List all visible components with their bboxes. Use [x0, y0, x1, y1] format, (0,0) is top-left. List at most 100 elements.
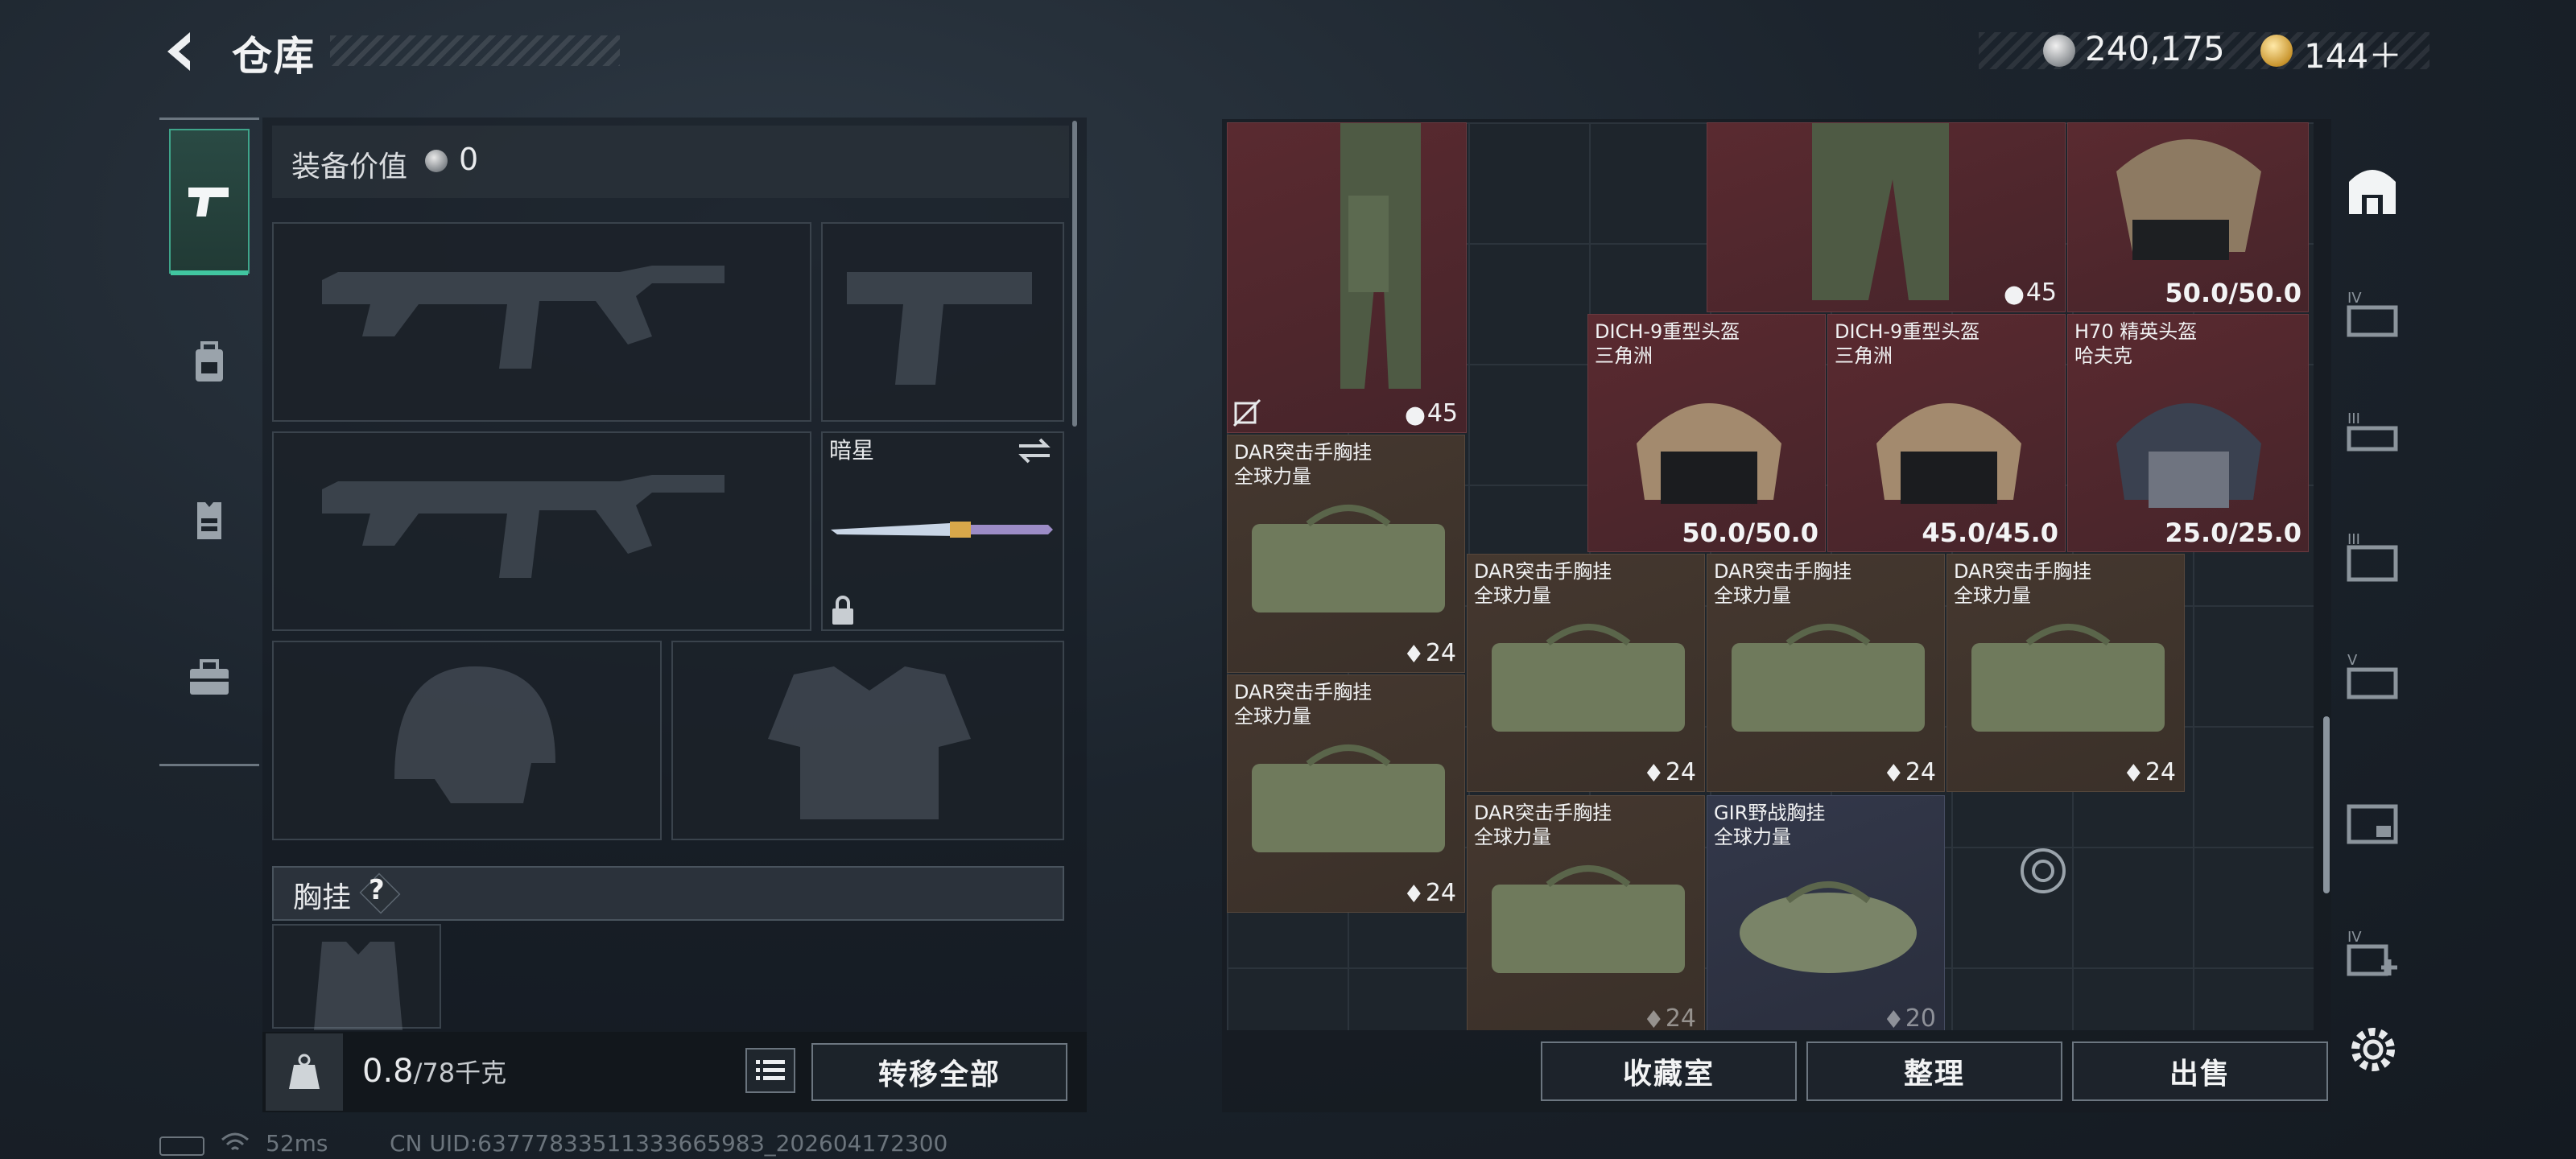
storage-item-dar-chest-rig[interactable]: DAR突击手胸挂 全球力量 ♦24	[1227, 435, 1465, 673]
chest-rig-image	[1252, 744, 1445, 852]
melee-weapon-name: 暗星	[829, 437, 875, 464]
svg-text:III: III	[2347, 410, 2360, 427]
storage-item-gir-chest-rig[interactable]: GIR野战胸挂 全球力量 ♦20	[1707, 795, 1945, 1030]
transfer-all-button[interactable]: 转移全部	[811, 1043, 1067, 1101]
storage-item-dar-chest-rig[interactable]: DAR突击手胸挂 全球力量 ♦24	[1227, 674, 1465, 913]
knife-icon	[831, 522, 1053, 538]
case-extra-icon[interactable]	[2344, 794, 2401, 850]
item-count: ♦20	[1882, 1004, 1936, 1030]
back-arrow-icon[interactable]	[158, 27, 206, 76]
silver-currency-amount: 240,175	[2085, 29, 2225, 68]
helmet-slot[interactable]	[272, 641, 662, 840]
safebox-icon[interactable]	[2344, 163, 2401, 219]
svg-text:V: V	[2347, 652, 2358, 669]
helmet-image	[1637, 403, 1781, 504]
stack-icon: ●	[1404, 401, 1426, 429]
sell-button[interactable]: 出售	[2072, 1041, 2328, 1101]
item-name: DAR突击手胸挂 全球力量	[1474, 802, 1612, 848]
collection-room-button[interactable]: 收藏室	[1541, 1041, 1797, 1101]
toolbox-icon	[190, 659, 229, 695]
stack-icon: ●	[2003, 280, 2025, 308]
lock-icon	[832, 596, 853, 625]
wifi-icon	[221, 1132, 249, 1151]
chest-rig-image	[1492, 624, 1685, 732]
case-iii-icon[interactable]: III	[2344, 407, 2401, 464]
primary-weapon-slot[interactable]	[272, 222, 811, 422]
title-decoration	[330, 35, 620, 66]
item-count: ●45	[2003, 278, 2057, 308]
case-iv-icon[interactable]: IV	[2344, 287, 2401, 343]
item-durability: 45.0/45.0	[1922, 518, 2058, 548]
value-coin-icon	[425, 150, 448, 172]
item-name: DAR突击手胸挂 全球力量	[1234, 441, 1373, 488]
tactical-pants-image	[1340, 123, 1421, 389]
tab-equipment[interactable]	[169, 290, 250, 435]
case-v-icon[interactable]: V	[2344, 649, 2401, 705]
vest-stack-icon: ♦	[1882, 1006, 1905, 1030]
swap-icon[interactable]	[1016, 435, 1053, 467]
storage-item-dar-chest-rig[interactable]: DAR突击手胸挂 全球力量 ♦24	[1707, 554, 1945, 792]
list-view-button[interactable]	[745, 1048, 795, 1093]
helmet-silhouette-icon	[394, 666, 555, 803]
vest-stack-icon: ♦	[2122, 760, 2145, 788]
no-insure-icon	[1232, 398, 1261, 427]
chest-rig-slot[interactable]	[272, 924, 441, 1030]
body-armor-slot[interactable]	[671, 641, 1064, 840]
sidearm-slot[interactable]	[821, 222, 1064, 422]
help-icon[interactable]: ?	[369, 874, 385, 906]
storage-item-dar-chest-rig[interactable]: DAR突击手胸挂 全球力量 ♦24	[1946, 554, 2185, 792]
storage-scrollbar[interactable]	[2323, 716, 2330, 893]
case-iv-add-icon[interactable]: IV	[2344, 926, 2401, 982]
list-icon	[756, 1060, 785, 1080]
item-count: ♦24	[1882, 758, 1936, 788]
settings-gear-icon[interactable]	[2344, 1021, 2402, 1079]
item-name: GIR野战胸挂 全球力量	[1714, 802, 1826, 848]
storage-item-dar-chest-rig[interactable]: DAR突击手胸挂 全球力量 ♦24	[1467, 554, 1705, 792]
sort-button[interactable]: 整理	[1806, 1041, 2062, 1101]
item-name: DAR突击手胸挂 全球力量	[1474, 560, 1612, 607]
chest-rig-image	[1732, 624, 1925, 732]
chest-rig-image	[1971, 624, 2165, 732]
pistol-icon	[188, 188, 229, 217]
case-iii-alt-icon[interactable]: III	[2344, 528, 2401, 584]
vest-stack-icon: ♦	[1402, 881, 1425, 909]
storage-item-dich9-helmet[interactable]: DICH-9重型头盔 三角洲 50.0/50.0	[1587, 314, 1826, 552]
vest-stack-icon: ♦	[1642, 760, 1665, 788]
page-title: 仓库	[232, 33, 316, 80]
tab-toolkit[interactable]	[169, 605, 250, 750]
storage-item-dar-chest-rig[interactable]: DAR突击手胸挂 全球力量 ♦24	[1467, 795, 1705, 1030]
storage-item-tactical-pants[interactable]: ●45	[1227, 122, 1467, 433]
carry-weight-value: 0.8	[362, 1053, 414, 1090]
vest-stack-icon: ♦	[1882, 760, 1905, 788]
storage-item-helmet[interactable]: 50.0/50.0	[2067, 122, 2309, 312]
item-count: ●45	[1404, 399, 1458, 429]
search-target-icon[interactable]	[2011, 839, 2075, 903]
storage-item-tactical-pants[interactable]: ●45	[1707, 122, 2066, 312]
vest-stack-icon: ♦	[1642, 1006, 1665, 1030]
storage-item-h70-helmet[interactable]: H70 精英头盔 哈夫克 25.0/25.0	[2067, 314, 2309, 552]
item-count: ♦24	[1402, 879, 1456, 909]
chest-rig-label: 胸挂	[293, 881, 352, 914]
chest-rig-image	[1492, 865, 1685, 973]
svg-text:IV: IV	[2347, 290, 2362, 307]
network-ping: 52ms	[266, 1130, 328, 1157]
secondary-weapon-slot[interactable]	[272, 431, 811, 631]
vest-silhouette-icon	[314, 942, 402, 1030]
loadout-scrollbar[interactable]	[1072, 121, 1077, 427]
helmet-image	[2116, 403, 2261, 508]
storage-grid[interactable]: ●45 ●45 50.0/50.0 DICH-9重型头盔 三角洲 50.0/50.…	[1227, 122, 2314, 1030]
item-durability: 50.0/50.0	[2165, 278, 2301, 308]
gold-currency-amount[interactable]: 144＋	[2304, 29, 2402, 78]
helmet-image	[1876, 403, 2021, 504]
chest-rig-image	[1252, 505, 1445, 612]
item-name: DAR突击手胸挂 全球力量	[1234, 681, 1373, 728]
tab-chest-rig[interactable]	[169, 448, 250, 592]
storage-item-dich9-helmet[interactable]: DICH-9重型头盔 三角洲 45.0/45.0	[1827, 314, 2066, 552]
user-uid: CN UID:6377783351133366598З_202604172300	[390, 1130, 948, 1157]
item-name: DICH-9重型头盔 三角洲	[1835, 320, 1980, 367]
item-count: ♦24	[1402, 639, 1456, 669]
rifle-silhouette-icon	[322, 475, 724, 578]
carry-weight-limit: /78千克	[413, 1058, 507, 1088]
tab-weapons[interactable]	[169, 129, 250, 275]
silver-coin-icon	[2043, 35, 2075, 67]
